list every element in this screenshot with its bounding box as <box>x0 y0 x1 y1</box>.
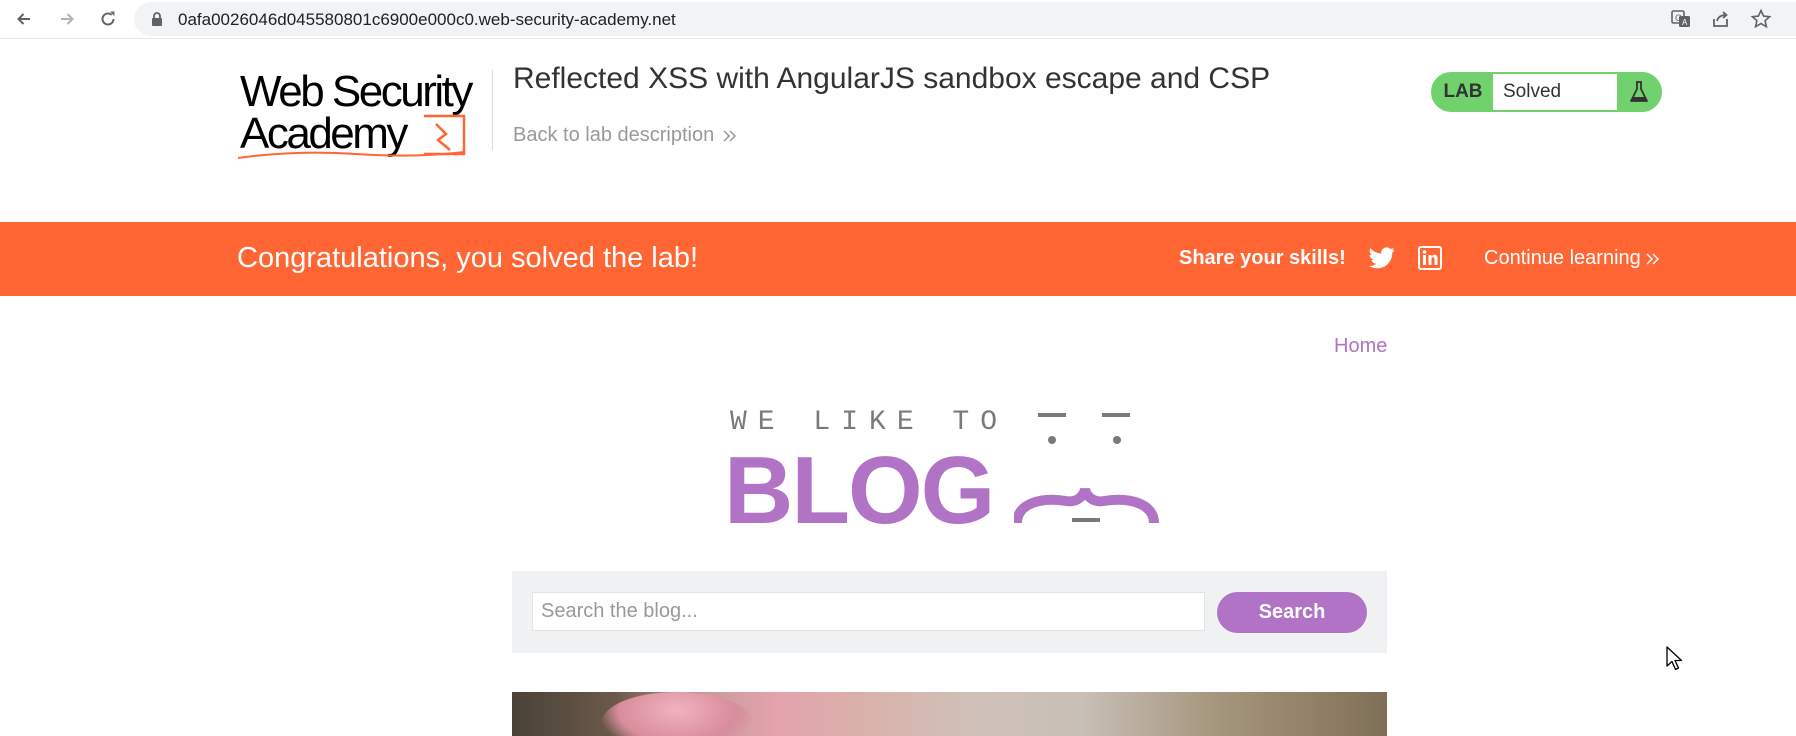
lab-tag: LAB <box>1443 81 1483 102</box>
blog-logo: WE LIKE TO BLOG <box>724 405 1170 539</box>
blog-wordmark: BLOG <box>724 437 995 544</box>
bookmark-star-icon[interactable] <box>1750 8 1772 30</box>
share-skills-label: Share your skills! <box>1179 247 1346 269</box>
twitter-icon[interactable] <box>1369 246 1395 270</box>
lock-icon[interactable] <box>149 11 165 27</box>
continue-learning-link[interactable]: Continue learning <box>1484 247 1661 270</box>
translate-icon[interactable]: GA <box>1670 8 1692 30</box>
back-link-label: Back to lab description <box>513 124 715 146</box>
search-input[interactable] <box>532 592 1205 631</box>
lab-title: Reflected XSS with AngularJS sandbox esc… <box>513 62 1271 95</box>
blog-post-image[interactable] <box>512 692 1387 736</box>
logo-mark-icon <box>237 114 466 159</box>
browser-toolbar: 0afa0026046d045580801c6900e000c0.web-sec… <box>0 0 1796 39</box>
url-text[interactable]: 0afa0026046d045580801c6900e000c0.web-sec… <box>178 10 676 30</box>
home-link[interactable]: Home <box>1334 335 1387 358</box>
continue-learning-label: Continue learning <box>1484 247 1641 269</box>
lab-status-text: Solved <box>1493 74 1617 110</box>
header-divider <box>492 70 493 150</box>
congratulations-message: Congratulations, you solved the lab! <box>237 242 699 274</box>
reload-icon[interactable] <box>93 4 123 34</box>
search-button[interactable]: Search <box>1217 592 1367 633</box>
forward-icon[interactable] <box>52 4 82 34</box>
double-chevron-icon <box>723 129 737 142</box>
flower-image-detail <box>602 692 752 736</box>
flask-icon <box>1617 74 1660 110</box>
double-chevron-icon <box>1646 252 1659 265</box>
linkedin-icon[interactable] <box>1418 246 1442 270</box>
congratulations-banner: Congratulations, you solved the lab! Sha… <box>0 222 1796 296</box>
back-to-lab-description-link[interactable]: Back to lab description <box>513 124 738 147</box>
share-icon[interactable] <box>1710 8 1732 30</box>
blog-tagline: WE LIKE TO <box>730 407 1009 438</box>
lab-status-badge: LAB Solved <box>1431 72 1662 112</box>
web-security-academy-logo[interactable]: Web Security Academy <box>236 66 490 160</box>
blog-face-icon <box>1014 413 1159 524</box>
mouse-cursor-icon <box>1666 646 1683 671</box>
back-icon[interactable] <box>9 4 39 34</box>
search-panel: Search <box>512 571 1387 653</box>
svg-text:A: A <box>1682 18 1688 27</box>
address-bar[interactable]: 0afa0026046d045580801c6900e000c0.web-sec… <box>134 2 1796 36</box>
